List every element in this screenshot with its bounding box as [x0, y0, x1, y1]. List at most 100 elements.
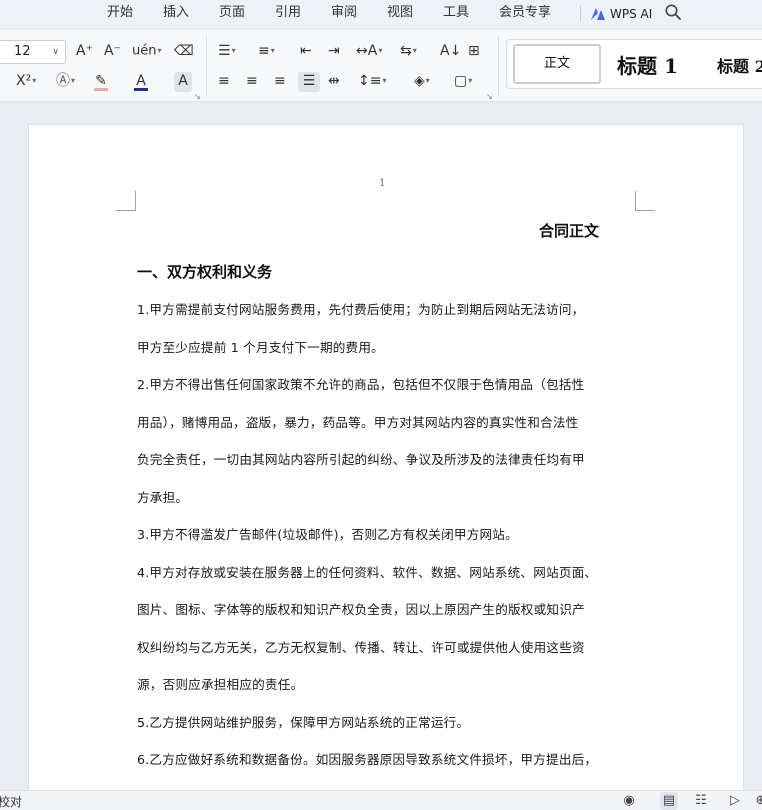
crop-mark-top-left [116, 191, 136, 211]
proofread-button[interactable]: 校对 [0, 793, 22, 810]
wps-ai-button[interactable]: WPS AI [590, 4, 652, 24]
document-canvas[interactable]: 1 合同正文 一、双方权利和义务 1.甲方需提前支付网站服务费用，先付费后使用；… [0, 103, 762, 790]
style-normal[interactable]: 正文 [513, 44, 601, 84]
font-dialog-launcher-icon[interactable]: ↘ [194, 92, 201, 101]
outline-view-icon[interactable]: ☷ [692, 792, 710, 810]
text-line: 甲方至少应提前 1 个月支付下一期的费用。 [137, 339, 384, 355]
bullet-list-icon: ☰ [218, 43, 231, 59]
chevron-down-icon: ▾ [378, 46, 383, 55]
shrink-font-icon: A⁻ [104, 43, 121, 59]
bullet-list-button[interactable]: ☰▾ [218, 42, 236, 62]
line-spacing-icon: ↕≡ [358, 73, 382, 89]
page-number: 1 [379, 178, 386, 189]
paragraph-dialog-launcher-icon[interactable]: ↘ [486, 92, 493, 101]
body-text: 1.甲方需提前支付网站服务费用，先付费后使用；为防止到期后网站无法访问， 甲方至… [137, 291, 642, 790]
eraser-icon: ⌫ [174, 43, 194, 59]
status-bar: 校对 ◉ ▤ ☷ ▷ ⊕ [0, 790, 762, 810]
justify-button[interactable]: ☰ [298, 72, 320, 92]
text-effect-icon: Ⓐ [56, 73, 70, 89]
highlight-color-button[interactable]: ✎ [94, 72, 108, 92]
align-right-icon: ≡ [274, 73, 286, 89]
line-spacing-button[interactable]: ↕≡▾ [358, 72, 386, 92]
play-icon[interactable]: ▷ [726, 792, 744, 810]
text-line: 4.甲方对存放或安装在服务器上的任何资料、软件、数据、网站系统、网站页面、 [137, 564, 598, 580]
font-size-select[interactable]: 12 ∨ [0, 40, 66, 64]
text-line: 3.甲方不得滥发广告邮件(垃圾邮件)，否则乙方有权关闭甲方网站。 [137, 527, 518, 542]
paint-bucket-icon: ◈ [414, 73, 425, 89]
tab-page[interactable]: 页面 [219, 4, 245, 24]
text-direction-button[interactable]: ⇆▾ [400, 42, 417, 62]
tab-member[interactable]: 会员专享 [499, 4, 551, 24]
font-color-icon: A [134, 73, 148, 91]
font-color-button[interactable]: A [134, 72, 148, 92]
tab-review[interactable]: 审阅 [331, 4, 357, 24]
distribute-button[interactable]: ⇹ [328, 72, 340, 92]
align-right-button[interactable]: ≡ [274, 72, 286, 92]
crop-mark-top-right [635, 191, 655, 211]
numbered-list-button[interactable]: ≡▾ [258, 42, 275, 62]
text-line: 权纠纷均与乙方无关，乙方无权复制、传播、转让、许可或提供他人使用这些资 [137, 639, 585, 655]
document-title: 合同正文 [539, 222, 600, 240]
text-line: 源，否则应承担相应的责任。 [137, 677, 304, 692]
shading-button[interactable]: ◈▾ [414, 72, 430, 92]
styles-gallery: 正文 标题 1 标题 2 [506, 39, 762, 89]
tab-references[interactable]: 引用 [275, 4, 301, 24]
char-shading-icon: A [178, 73, 188, 89]
tab-insert[interactable]: 插入 [163, 4, 189, 24]
page-view-icon[interactable]: ▤ [660, 792, 678, 810]
text-line: 负完全责任，一切由其网站内容所引起的纠纷、争议及所涉及的法律责任均有甲 [137, 452, 585, 467]
font-size-value: 12 [14, 44, 31, 59]
align-center-icon: ≡ [246, 73, 258, 89]
text-line: 方承担。 [137, 489, 189, 505]
char-spacing-icon: ↔A [356, 43, 378, 59]
align-center-button[interactable]: ≡ [246, 72, 258, 92]
group-separator [498, 36, 499, 96]
border-icon: ▢ [454, 73, 468, 89]
shrink-font-button[interactable]: A⁻ [104, 42, 121, 62]
distribute-icon: ⇹ [328, 73, 340, 89]
chevron-down-icon: ▾ [270, 46, 275, 55]
section-heading: 一、双方权利和义务 [137, 263, 273, 281]
text-effect-button[interactable]: Ⓐ▾ [56, 72, 75, 92]
borders-button[interactable]: ▢▾ [454, 72, 472, 92]
tab-home[interactable]: 开始 [107, 4, 133, 24]
ribbon-tab-bar: 开始 插入 页面 引用 审阅 视图 工具 会员专享 WPS AI [0, 0, 762, 28]
wps-ai-icon [591, 8, 605, 20]
pinyin-icon: uén [132, 43, 157, 59]
sort-button[interactable]: A↓ [440, 42, 461, 62]
align-left-icon: ≡ [218, 73, 230, 89]
chevron-down-icon: ▾ [412, 46, 417, 55]
text-line: 图片、图标、字体等的版权和知识产权负全责，因以上原因产生的版权或知识产 [137, 602, 585, 617]
superscript-icon: X² [16, 73, 32, 89]
eye-protection-icon[interactable]: ◉ [620, 792, 638, 810]
increase-indent-button[interactable]: ⇥ [328, 42, 340, 62]
text-line: 5.乙方提供网站维护服务，保障甲方网站系统的正常运行。 [137, 714, 470, 730]
superscript-button[interactable]: X²▾ [16, 72, 36, 92]
text-line: 用品），赌博用品，盗版，暴力，药品等。甲方对其网站内容的真实性和合法性 [137, 414, 579, 430]
numbered-list-icon: ≡ [258, 43, 270, 59]
font-color-letter: A [136, 73, 146, 89]
indent-icon: ⇥ [328, 43, 340, 59]
chevron-down-icon: ▾ [157, 46, 162, 55]
char-spacing-button[interactable]: ↔A▾ [356, 42, 382, 62]
decrease-indent-button[interactable]: ⇤ [300, 42, 312, 62]
tab-tools[interactable]: 工具 [443, 4, 469, 24]
pinyin-guide-button[interactable]: uén▾ [132, 42, 162, 62]
style-heading-2[interactable]: 标题 2 [717, 53, 762, 77]
search-icon[interactable] [664, 3, 682, 21]
chevron-down-icon: ▾ [231, 46, 236, 55]
wps-ai-label: WPS AI [610, 7, 653, 21]
chevron-down-icon: ▾ [71, 76, 76, 85]
show-marks-button[interactable]: ⊞ [468, 42, 480, 62]
align-left-button[interactable]: ≡ [218, 72, 230, 92]
grow-font-button[interactable]: A⁺ [76, 42, 93, 62]
char-shading-button[interactable]: A [174, 72, 192, 92]
ribbon-toolbar: 12 ∨ A⁺ A⁻ uén▾ ⌫ X²▾ Ⓐ▾ ✎ A A ↘ ☰▾ ≡▾ ⇤… [0, 30, 762, 102]
tab-view[interactable]: 视图 [387, 4, 413, 24]
chevron-down-icon: ∨ [52, 47, 59, 57]
text-line: 乙方应尽快进行系统文件恢复。 [137, 779, 642, 791]
document-page[interactable]: 1 合同正文 一、双方权利和义务 1.甲方需提前支付网站服务费用，先付费后使用；… [28, 124, 744, 790]
clear-format-button[interactable]: ⌫ [174, 42, 194, 62]
style-heading-1[interactable]: 标题 1 [617, 50, 678, 79]
web-view-icon[interactable]: ⊕ [752, 792, 762, 810]
